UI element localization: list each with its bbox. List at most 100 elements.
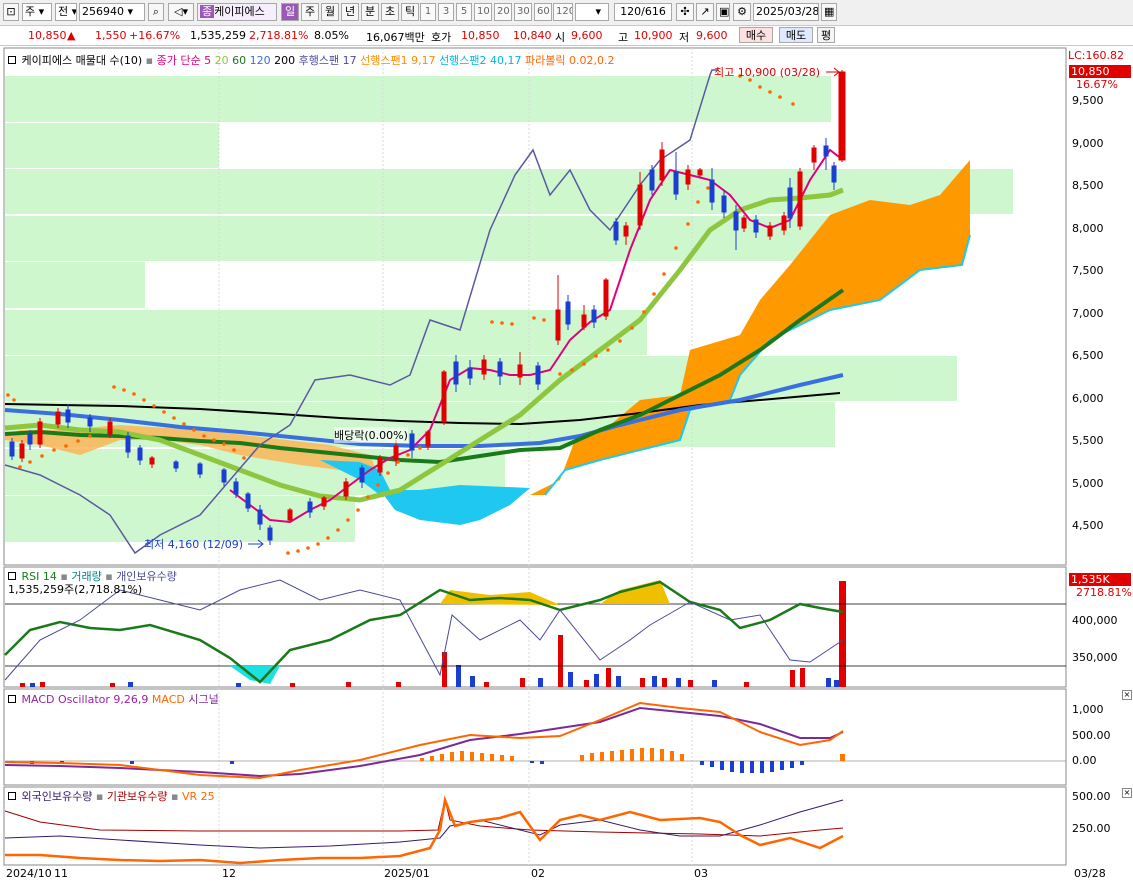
svg-text:03/28: 03/28	[1074, 867, 1106, 880]
volume-tag: 1,535K	[1069, 573, 1131, 586]
period-day[interactable]: 일	[281, 3, 299, 21]
high-label: 고	[618, 31, 629, 44]
dividend-note: 배당락(0.00%)	[334, 427, 408, 443]
pct-tag: 16.67%	[1076, 78, 1118, 91]
volume: 1,535,259	[190, 29, 246, 42]
turnover: 8.05%	[314, 29, 349, 42]
drawing-icon[interactable]: ↗	[696, 3, 714, 21]
eval-button[interactable]: 평	[817, 27, 835, 43]
legend-box-icon[interactable]	[8, 56, 16, 64]
panel-close-icon[interactable]: ×	[1122, 788, 1132, 798]
legend-ma200[interactable]: 200	[274, 54, 295, 67]
legend-span1[interactable]: 선행스팬1 9,17	[360, 54, 435, 67]
save-icon[interactable]: ▣	[716, 3, 730, 21]
period-minute[interactable]: 분	[361, 3, 379, 21]
svg-text:11: 11	[54, 867, 68, 880]
legend-institution[interactable]: 기관보유수량	[107, 790, 168, 803]
stock-type-icon: 종	[200, 5, 215, 18]
svg-text:4,500: 4,500	[1072, 519, 1104, 532]
search-icon[interactable]: ⌕	[148, 3, 164, 21]
price-legend: 케이피에스 매물대 수(10) ▪ 종가 단순 5 20 60 120 200 …	[8, 52, 615, 68]
prev-select[interactable]: 전 ▾	[55, 3, 77, 21]
legend-lagging[interactable]: 후행스팬 17	[299, 54, 357, 67]
trade-amount: 16,067백만	[366, 31, 425, 44]
legend-volume-profile[interactable]: 케이피에스 매물대 수(10)	[22, 54, 143, 67]
legend-parabolic[interactable]: 파라볼릭 0.02,0.2	[525, 54, 614, 67]
up-arrow-icon: ▲	[67, 29, 76, 42]
num-1[interactable]: 1	[420, 3, 436, 21]
num-120[interactable]: 120	[553, 3, 573, 21]
svg-text:2024/10: 2024/10	[6, 867, 52, 880]
code-input[interactable]: 256940 ▾	[79, 3, 145, 21]
svg-text:12: 12	[222, 867, 236, 880]
volume-tag2: 2718.81%	[1076, 586, 1132, 599]
num-20[interactable]: 20	[494, 3, 512, 21]
num-10[interactable]: 10	[474, 3, 492, 21]
svg-text:6,000: 6,000	[1072, 392, 1104, 405]
svg-text:0.00: 0.00	[1072, 754, 1097, 767]
legend-box-icon[interactable]	[8, 695, 16, 703]
period-month[interactable]: 월	[321, 3, 339, 21]
macd-axis: 1,000 500.00 0.00	[1072, 703, 1111, 767]
buy-button[interactable]: 매수	[739, 27, 773, 43]
calendar-icon[interactable]: ▦	[821, 3, 837, 21]
ask-price: 10,850	[461, 29, 500, 42]
open-label: 시	[555, 31, 566, 44]
legend-span2[interactable]: 선행스팬2 40,17	[439, 54, 521, 67]
foreign-legend: 외국인보유수량 ▪ 기관보유수량 ▪ VR 25	[8, 788, 215, 804]
crosshair-icon[interactable]: ✣	[676, 3, 694, 21]
legend-foreign[interactable]: 외국인보유수량	[22, 790, 93, 803]
num-5[interactable]: 5	[456, 3, 472, 21]
legend-signal[interactable]: 시그널	[188, 693, 218, 706]
legend-box2-icon[interactable]: ▪	[146, 54, 153, 67]
num-3[interactable]: 3	[438, 3, 454, 21]
price-info-bar: 10,850 ▲ 1,550 +16.67% 1,535,259 2,718.8…	[0, 26, 1133, 46]
bid-price: 10,840	[513, 29, 552, 42]
period-tick[interactable]: 틱	[401, 3, 419, 21]
num-30[interactable]: 30	[514, 3, 532, 21]
legend-ma5[interactable]: 종가 단순 5	[157, 54, 211, 67]
legend-ma120[interactable]: 120	[250, 54, 271, 67]
current-price: 10,850	[28, 29, 67, 42]
low-note: 최저 4,160 (12/09)	[144, 538, 244, 551]
svg-text:250.00: 250.00	[1072, 822, 1111, 835]
count-field[interactable]: 120/616	[614, 3, 672, 21]
legend-box-icon[interactable]	[8, 572, 16, 580]
legend-ma60[interactable]: 60	[232, 54, 246, 67]
date-field[interactable]: 2025/03/28	[753, 3, 819, 21]
x-axis: 2024/10 11 12 2025/01 02 03 03/28	[6, 867, 1106, 880]
svg-text:03: 03	[694, 867, 708, 880]
num-60[interactable]: 60	[534, 3, 552, 21]
window-icon[interactable]: ⊡	[3, 3, 19, 21]
sound-icon[interactable]: ◁▾	[168, 3, 194, 21]
legend-macd-osc[interactable]: MACD Oscillator 9,26,9	[22, 693, 149, 706]
period-year[interactable]: 년	[341, 3, 359, 21]
svg-text:1,000: 1,000	[1072, 703, 1104, 716]
foreign-axis: 500.00 250.00	[1072, 790, 1111, 835]
legend-ma20[interactable]: 20	[215, 54, 229, 67]
svg-text:350,000: 350,000	[1072, 651, 1118, 664]
gear-icon[interactable]: ⚙	[733, 3, 751, 21]
svg-text:02: 02	[531, 867, 545, 880]
market-select[interactable]: 주 ▾	[22, 3, 52, 21]
volume-info: 1,535,259주(2,718.81%)	[8, 583, 143, 596]
custom-select[interactable]: ▾	[575, 3, 609, 21]
legend-vr[interactable]: VR 25	[182, 790, 215, 803]
stock-chart[interactable]: 9,500 9,000 8,500 8,000 7,500 7,000 6,50…	[0, 46, 1133, 882]
svg-text:6,500: 6,500	[1072, 349, 1104, 362]
sell-button[interactable]: 매도	[779, 27, 813, 43]
stock-name[interactable]: 종 케이피에스	[197, 3, 277, 21]
svg-text:2025/01: 2025/01	[384, 867, 430, 880]
low-label: 저	[679, 31, 690, 44]
price-axis: 9,500 9,000 8,500 8,000 7,500 7,000 6,50…	[1072, 94, 1104, 532]
legend-macd[interactable]: MACD	[152, 693, 185, 706]
panel-close-icon[interactable]: ×	[1122, 690, 1132, 700]
svg-text:8,500: 8,500	[1072, 179, 1104, 192]
legend-box-icon[interactable]	[8, 792, 16, 800]
high-note: 최고 10,900 (03/28)	[714, 66, 821, 79]
period-week[interactable]: 주	[301, 3, 319, 21]
svg-text:500.00: 500.00	[1072, 729, 1111, 742]
period-second[interactable]: 초	[381, 3, 399, 21]
svg-text:8,000: 8,000	[1072, 222, 1104, 235]
hoga-label: 호가	[431, 31, 452, 44]
